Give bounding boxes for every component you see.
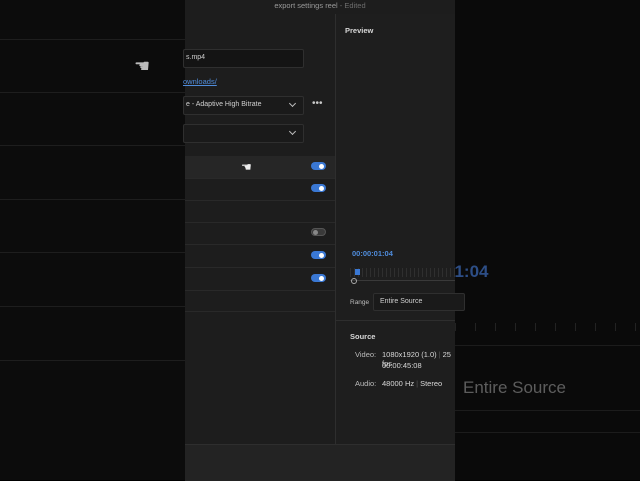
audio-info: 48000 Hz | Stereo: [382, 379, 443, 388]
bg-range-text: Entire Source: [463, 378, 566, 397]
background-right: 01:04 Entire Source: [445, 0, 640, 480]
in-point-marker[interactable]: [351, 278, 357, 284]
file-name-value: s.mp4: [186, 54, 206, 61]
video-resolution: 1080x1920 (1.0): [382, 350, 437, 359]
title-bar: export settings reel - Edited: [185, 0, 455, 14]
bg-divider: [0, 306, 185, 307]
toggle-switch[interactable]: [311, 228, 326, 236]
section-divider: [336, 320, 455, 321]
hand-pointer-icon: ☚: [134, 56, 151, 76]
range-label: Range: [350, 299, 370, 306]
window-title: export settings reel: [274, 1, 338, 10]
bg-divider: [0, 92, 185, 93]
bg-divider: [455, 432, 640, 433]
bg-divider: [0, 199, 185, 200]
settings-row-1[interactable]: [185, 156, 335, 179]
playhead-icon[interactable]: [355, 269, 360, 275]
location-link[interactable]: ownloads/: [183, 77, 217, 86]
file-name-field[interactable]: s.mp4: [183, 49, 304, 68]
preset-value: e - Adaptive High Bitrate: [186, 101, 262, 108]
bg-divider: [455, 345, 640, 346]
format-dropdown[interactable]: [183, 124, 304, 143]
window-title-suffix: - Edited: [339, 1, 366, 10]
scrub-ruler[interactable]: [350, 268, 455, 277]
audio-channels: Stereo: [420, 379, 443, 388]
settings-row-7: [185, 290, 335, 312]
preview-pane: Preview 00:00:01:04 Range Entire Source …: [336, 14, 465, 444]
bg-ruler: [455, 323, 640, 331]
preset-dropdown[interactable]: e - Adaptive High Bitrate: [183, 96, 304, 115]
dialog-footer: [185, 444, 455, 481]
preview-heading: Preview: [345, 26, 374, 35]
bg-divider: [0, 145, 185, 146]
settings-pane: s.mp4 ownloads/ e - Adaptive High Bitrat…: [183, 14, 335, 444]
toggle-switch[interactable]: [311, 274, 326, 282]
video-duration: 00:00:45:08: [382, 361, 422, 370]
background-left: ☚: [0, 0, 185, 480]
bg-divider: [0, 252, 185, 253]
settings-row-5[interactable]: [185, 245, 335, 268]
settings-row-3: [185, 200, 335, 223]
audio-label: Audio:: [355, 379, 377, 388]
audio-sample-rate: 48000 Hz: [382, 379, 415, 388]
hand-pointer-icon: ☚: [241, 160, 252, 174]
scrub-track[interactable]: [350, 280, 455, 281]
more-icon[interactable]: •••: [312, 99, 323, 109]
chevron-down-icon: [288, 127, 297, 136]
chevron-down-icon: [288, 99, 297, 108]
toggle-switch[interactable]: [311, 162, 326, 170]
toggle-switch[interactable]: [311, 184, 326, 192]
range-value: Entire Source: [380, 298, 423, 305]
bg-divider: [0, 39, 185, 40]
bg-divider: [0, 360, 185, 361]
video-label: Video:: [355, 350, 377, 359]
export-dialog: export settings reel - Edited s.mp4 ownl…: [183, 0, 465, 481]
bg-divider: [455, 410, 640, 411]
range-dropdown[interactable]: Entire Source: [373, 293, 465, 311]
source-heading: Source: [350, 332, 376, 341]
settings-row-6[interactable]: [185, 268, 335, 291]
settings-row-2[interactable]: [185, 178, 335, 201]
settings-row-4[interactable]: [185, 222, 335, 245]
toggle-switch[interactable]: [311, 251, 326, 259]
preview-timecode: 00:00:01:04: [352, 249, 393, 258]
